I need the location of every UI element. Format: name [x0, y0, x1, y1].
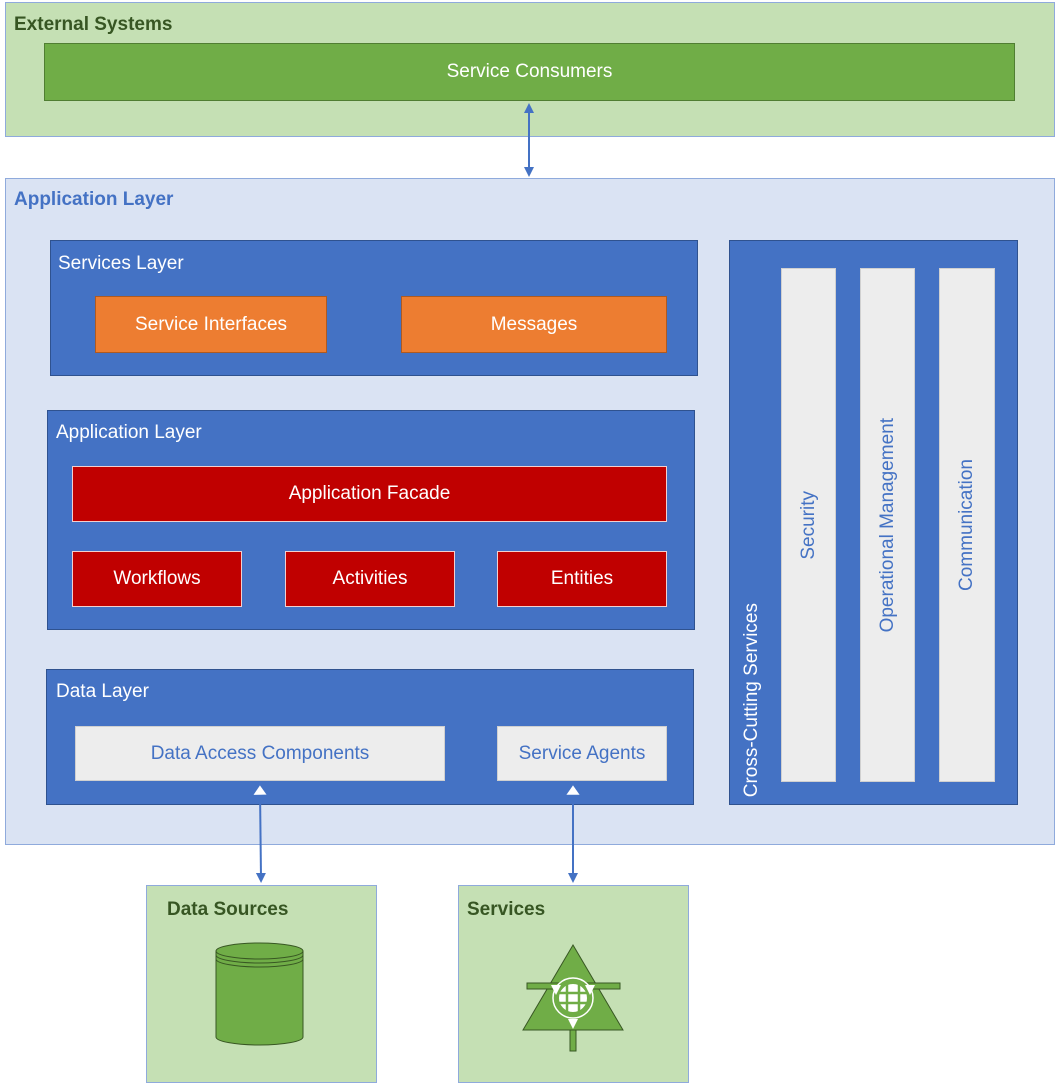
globe-service-icon: [522, 944, 624, 1052]
connectors-and-icons: [215, 103, 624, 1052]
database-icon: [215, 942, 304, 1046]
data-sources-arrow: [260, 790, 261, 878]
